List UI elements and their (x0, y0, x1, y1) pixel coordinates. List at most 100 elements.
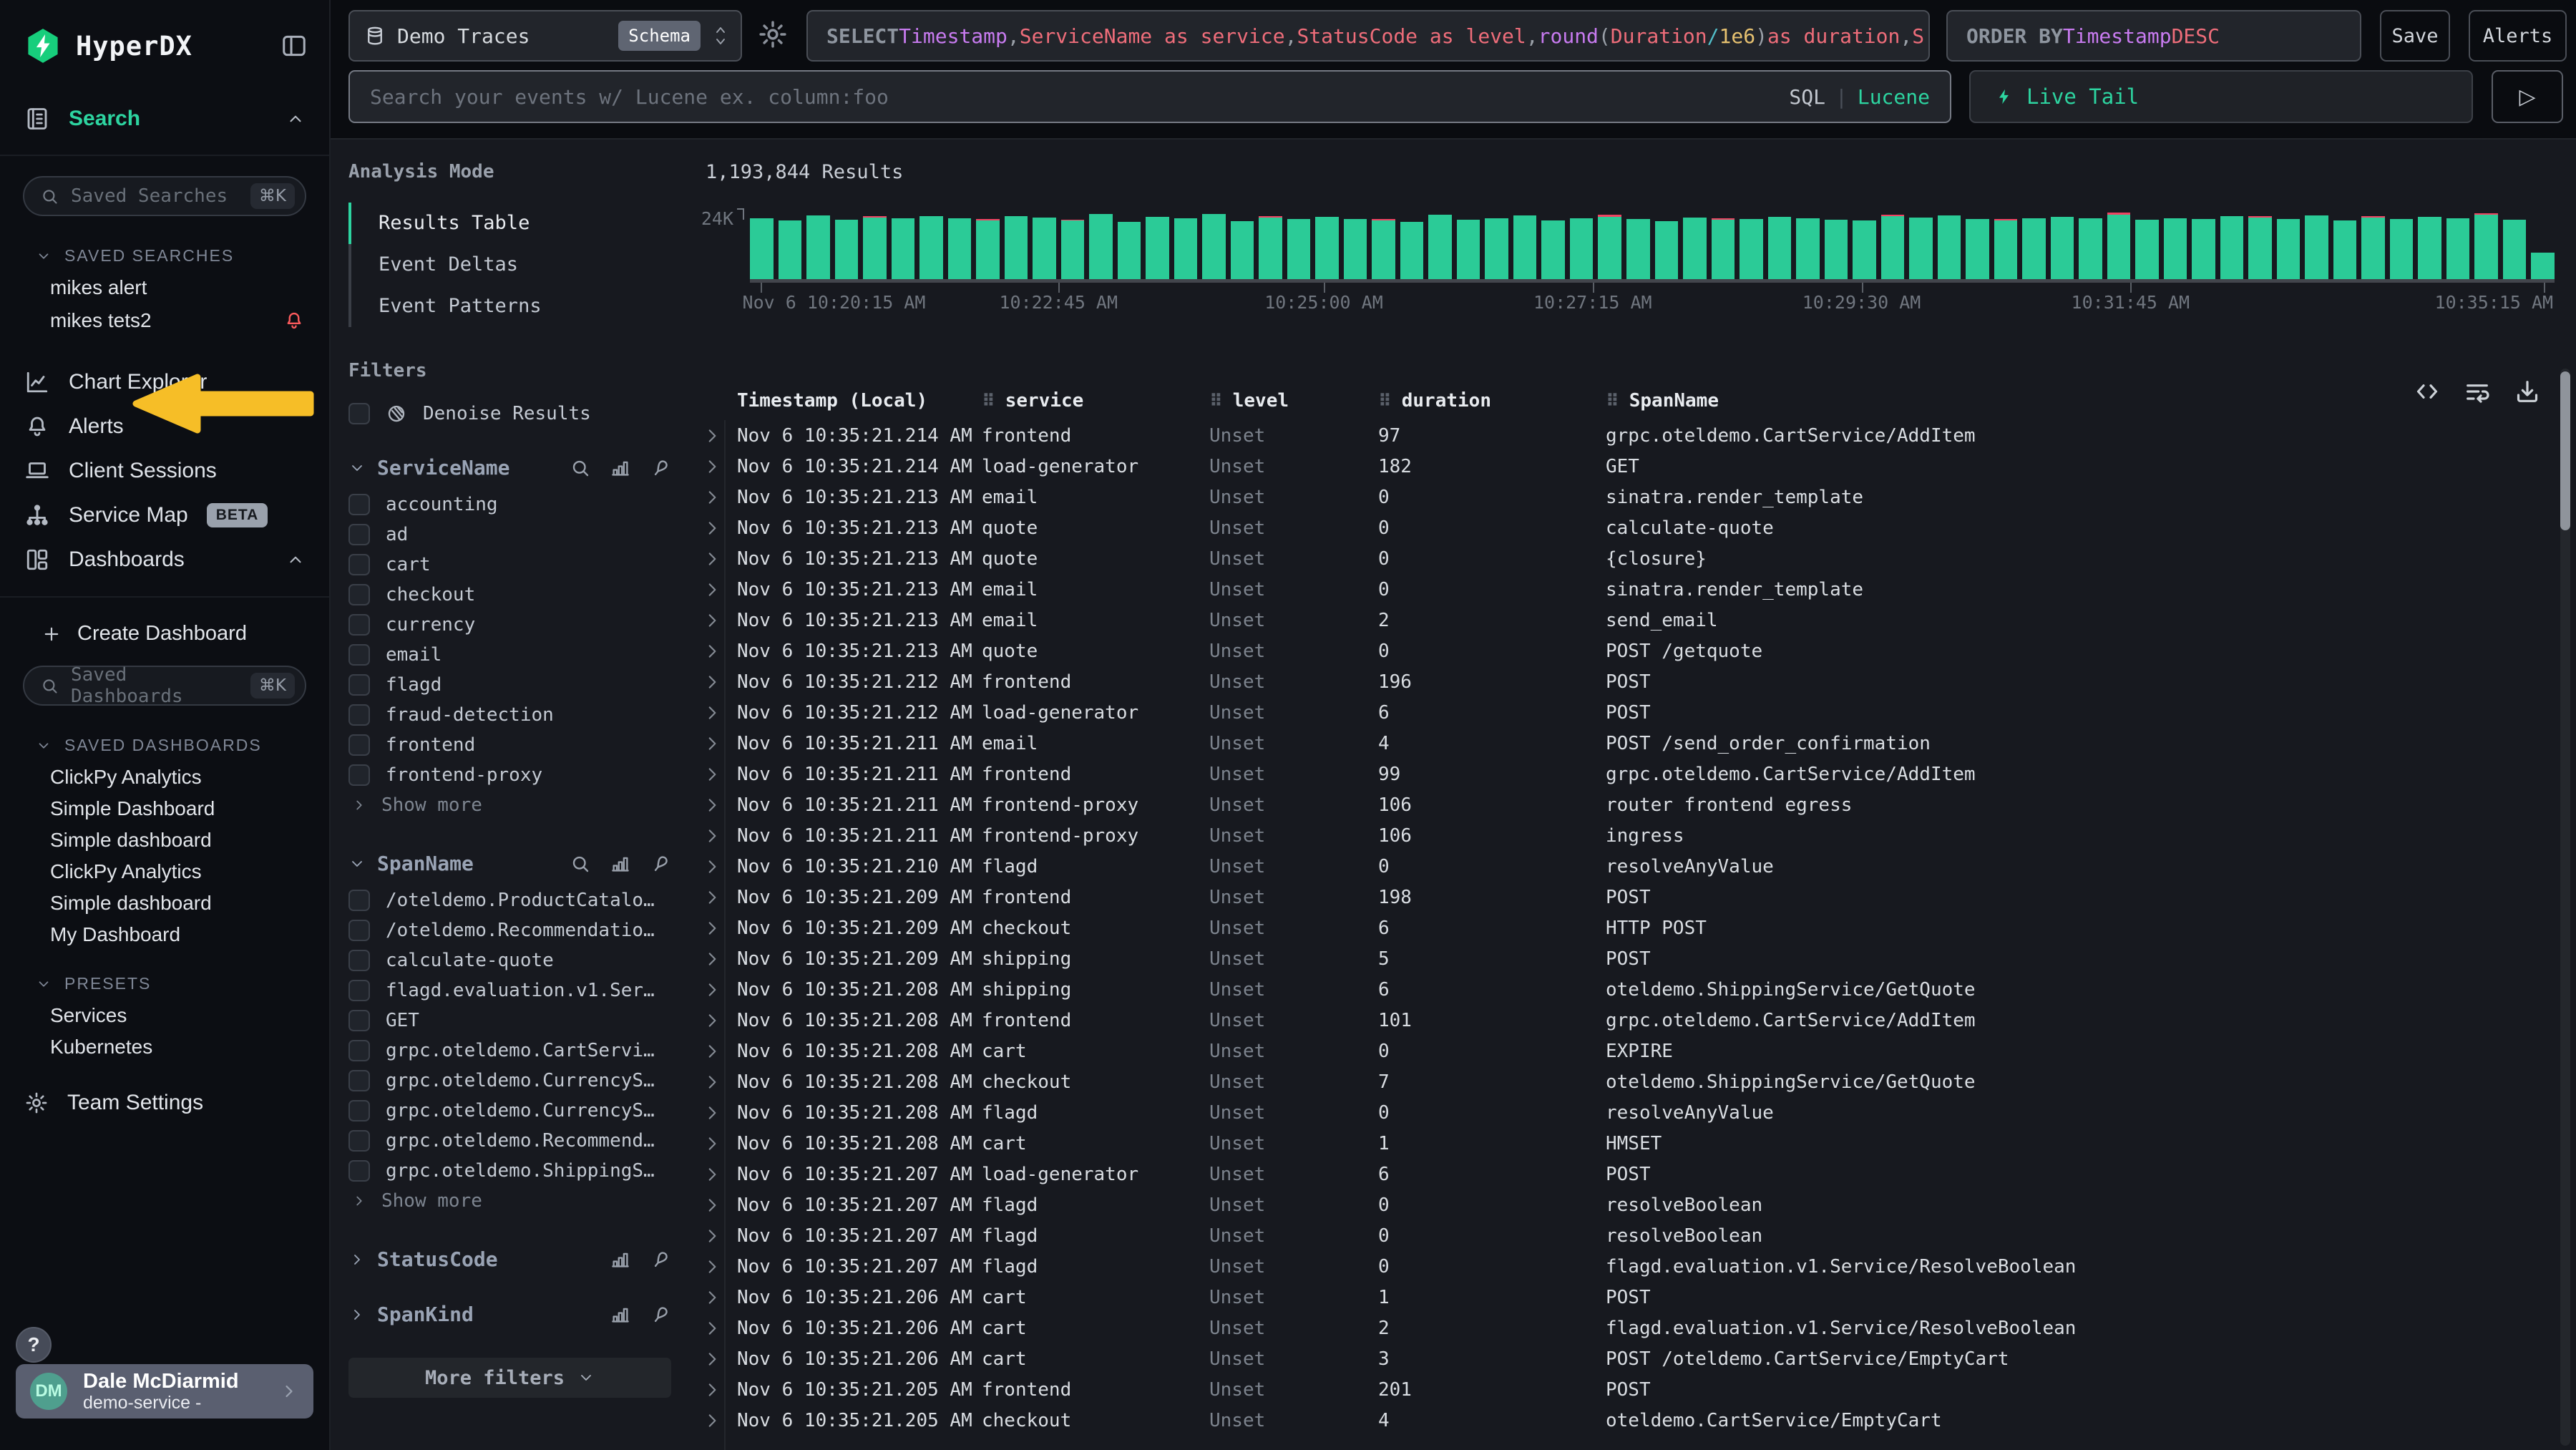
scrollbar-thumb[interactable] (2560, 371, 2570, 530)
expand-row-icon[interactable] (687, 1227, 737, 1245)
filter-value-row[interactable]: /oteldemo.ProductCatalo… (348, 885, 671, 915)
bar-chart-icon[interactable] (610, 1249, 631, 1270)
save-button[interactable]: Save (2380, 10, 2450, 62)
checkbox[interactable] (348, 890, 370, 911)
histogram-bar[interactable] (1570, 218, 1594, 279)
checkbox[interactable] (348, 524, 370, 545)
sidebar-item-preset[interactable]: Kubernetes (0, 1038, 329, 1056)
sidebar-item-saved-dashboard[interactable]: My Dashboard (0, 925, 329, 944)
alerts-button[interactable]: Alerts (2469, 10, 2567, 62)
histogram-bar[interactable] (1712, 218, 1735, 279)
histogram-bar[interactable] (1400, 222, 1424, 279)
filter-value-row[interactable]: grpc.oteldemo.ShippingS… (348, 1156, 671, 1186)
expand-row-icon[interactable] (687, 827, 737, 845)
bar-chart-icon[interactable] (610, 853, 631, 875)
table-row[interactable]: Nov 6 10:35:21.212 AMload-generatorUnset… (687, 697, 2562, 728)
table-row[interactable]: Nov 6 10:35:21.206 AMcartUnset2flagd.eva… (687, 1313, 2562, 1343)
filter-value-row[interactable]: frontend-proxy (348, 760, 671, 790)
histogram-bar[interactable] (1005, 216, 1028, 279)
expand-row-icon[interactable] (687, 1381, 737, 1399)
histogram-bar[interactable] (2079, 218, 2102, 279)
table-row[interactable]: Nov 6 10:35:21.205 AMcheckoutUnset4oteld… (687, 1405, 2562, 1436)
saved-searches-section[interactable]: SAVED SEARCHES (0, 246, 329, 266)
sidebar-item-alerts[interactable]: Alerts (0, 404, 329, 449)
histogram-bar[interactable] (1231, 221, 1254, 279)
table-row[interactable]: Nov 6 10:35:21.214 AMfrontendUnset97grpc… (687, 420, 2562, 451)
sidebar-item-saved-dashboard[interactable]: ClickPy Analytics (0, 862, 329, 881)
histogram-bar[interactable] (1598, 215, 1621, 279)
filter-value-row[interactable]: flagd (348, 670, 671, 700)
expand-row-icon[interactable] (687, 1411, 737, 1430)
histogram-bar[interactable] (1994, 219, 2018, 279)
expand-row-icon[interactable] (687, 857, 737, 876)
checkbox[interactable] (348, 674, 370, 696)
histogram-bar[interactable] (919, 216, 943, 279)
histogram-bar[interactable] (2192, 219, 2215, 279)
table-row[interactable]: Nov 6 10:35:21.207 AMload-generatorUnset… (687, 1159, 2562, 1189)
pin-icon[interactable] (650, 457, 671, 479)
table-row[interactable]: Nov 6 10:35:21.208 AMcartUnset1HMSET (687, 1128, 2562, 1159)
filter-value-row[interactable]: frontend (348, 730, 671, 760)
checkbox[interactable] (348, 1070, 370, 1091)
histogram-bar[interactable] (1485, 218, 1508, 279)
presets-section[interactable]: PRESETS (0, 974, 329, 993)
sidebar-item-chart-explorer[interactable]: Chart Explorer (0, 360, 329, 404)
column-header-timestamp[interactable]: Timestamp (Local) (737, 390, 982, 412)
language-sql-toggle[interactable]: SQL (1789, 85, 1825, 109)
filter-value-row[interactable]: flagd.evaluation.v1.Ser… (348, 975, 671, 1006)
checkbox[interactable] (348, 1160, 370, 1182)
histogram-bar[interactable] (1881, 215, 1905, 279)
expand-row-icon[interactable] (687, 796, 737, 814)
histogram-bar[interactable] (2107, 213, 2131, 279)
checkbox[interactable] (348, 1130, 370, 1152)
histogram-bar[interactable] (1287, 219, 1311, 279)
histogram-bar[interactable] (779, 220, 802, 279)
run-query-button[interactable]: ▷ (2492, 70, 2563, 123)
table-row[interactable]: Nov 6 10:35:21.213 AMemailUnset0sinatra.… (687, 574, 2562, 605)
table-row[interactable]: Nov 6 10:35:21.210 AMflagdUnset0resolveA… (687, 851, 2562, 882)
histogram-bar[interactable] (1938, 215, 1961, 279)
table-row[interactable]: Nov 6 10:35:21.208 AMcheckoutUnset7oteld… (687, 1066, 2562, 1097)
table-row[interactable]: Nov 6 10:35:21.211 AMfrontend-proxyUnset… (687, 789, 2562, 820)
histogram-bar[interactable] (2305, 215, 2328, 279)
drag-handle-icon[interactable]: ⠿ (1209, 391, 1223, 411)
sidebar-item-team-settings[interactable]: Team Settings (0, 1091, 329, 1115)
checkbox[interactable] (348, 403, 370, 424)
histogram-bar[interactable] (750, 218, 774, 279)
expand-row-icon[interactable] (687, 981, 737, 999)
histogram-bar[interactable] (1966, 219, 1989, 279)
help-button[interactable]: ? (16, 1327, 52, 1363)
histogram-bar[interactable] (1853, 220, 1876, 279)
histogram-bar[interactable] (1740, 219, 1763, 279)
checkbox[interactable] (348, 704, 370, 726)
filter-group-servicename[interactable]: ServiceName (348, 456, 671, 480)
checkbox[interactable] (348, 950, 370, 971)
histogram-bar[interactable] (1626, 219, 1650, 279)
expand-row-icon[interactable] (687, 611, 737, 630)
histogram-bar[interactable] (1825, 220, 1848, 279)
sidebar-item-service-map[interactable]: Service Map BETA (0, 493, 329, 537)
expand-row-icon[interactable] (687, 1134, 737, 1153)
expand-row-icon[interactable] (687, 1011, 737, 1030)
expand-row-icon[interactable] (687, 427, 737, 445)
mode-event-deltas[interactable]: Event Deltas (348, 244, 671, 286)
histogram-bar[interactable] (1909, 218, 1933, 279)
sidebar-item-saved-dashboard[interactable]: ClickPy Analytics (0, 768, 329, 787)
chevron-up-icon[interactable] (286, 110, 305, 128)
histogram-bar[interactable] (2333, 220, 2357, 279)
sidebar-item-client-sessions[interactable]: Client Sessions (0, 449, 329, 493)
expand-row-icon[interactable] (687, 1073, 737, 1091)
checkbox[interactable] (348, 554, 370, 575)
histogram-bar[interactable] (2418, 217, 2441, 279)
expand-row-icon[interactable] (687, 888, 737, 907)
filter-value-row[interactable]: email (348, 640, 671, 670)
checkbox[interactable] (348, 644, 370, 666)
expand-row-icon[interactable] (687, 1042, 737, 1061)
saved-dashboards-input[interactable]: Saved Dashboards ⌘K (23, 666, 306, 706)
histogram-bar[interactable] (1146, 217, 1169, 279)
checkbox[interactable] (348, 1010, 370, 1031)
histogram-bar[interactable] (1202, 214, 1226, 279)
event-search-input[interactable]: Search your events w/ Lucene ex. column:… (348, 70, 1951, 123)
table-row[interactable]: Nov 6 10:35:21.213 AMquoteUnset0calculat… (687, 512, 2562, 543)
bar-chart-icon[interactable] (610, 1304, 631, 1325)
